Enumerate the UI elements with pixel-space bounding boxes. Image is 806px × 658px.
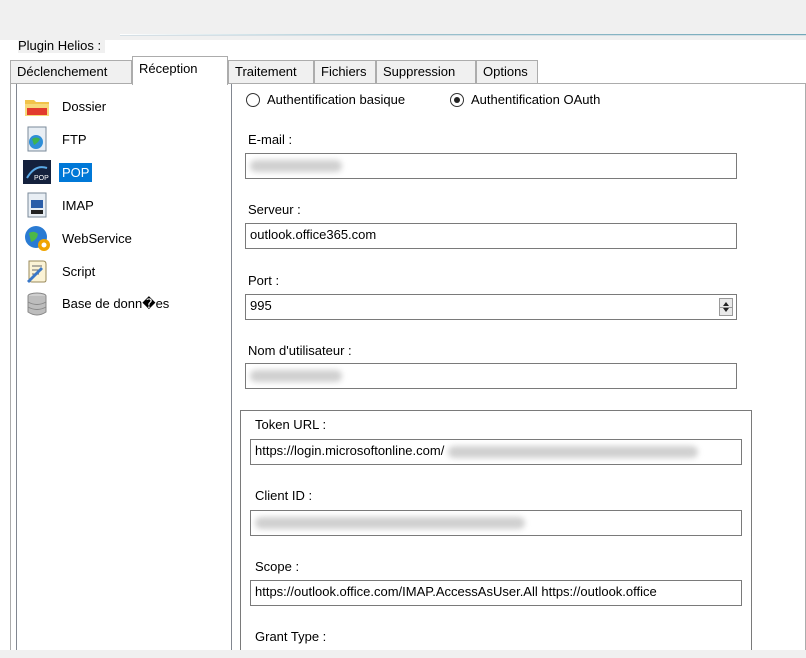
server-field[interactable]: outlook.office365.com (245, 223, 737, 249)
protocol-list[interactable]: Dossier FTP POP POP IMAP WebService Scri… (16, 84, 232, 658)
list-item-database[interactable]: Base de donn�es (23, 290, 172, 318)
tab-suppression[interactable]: Suppression (376, 60, 476, 84)
tab-traitement[interactable]: Traitement (228, 60, 314, 84)
token-url-label: Token URL : (255, 417, 327, 432)
auth-basic-radio[interactable] (246, 92, 260, 107)
list-item-pop[interactable]: POP POP (23, 158, 93, 186)
list-item-dossier[interactable]: Dossier (23, 92, 109, 120)
spinner-arrows-icon[interactable] (719, 298, 733, 316)
list-item-imap[interactable]: IMAP (23, 191, 97, 219)
port-value: 995 (250, 298, 272, 313)
username-label: Nom d'utilisateur : (248, 343, 352, 358)
pop-icon: POP (23, 158, 51, 186)
scope-field[interactable]: https://outlook.office.com/IMAP.AccessAs… (250, 580, 742, 606)
tab-fichiers[interactable]: Fichiers (314, 60, 376, 84)
plugin-group-label: Plugin Helios : (18, 38, 106, 53)
protocol-label: Base de donn�es (62, 296, 170, 311)
auth-oauth-option[interactable]: Authentification OAuth (450, 92, 600, 107)
redacted-value (255, 516, 525, 529)
auth-oauth-label: Authentification OAuth (471, 92, 601, 107)
protocol-label: IMAP (62, 197, 94, 213)
group-box-line (120, 35, 806, 36)
server-label: Serveur : (248, 202, 301, 217)
email-field[interactable] (245, 153, 737, 179)
tab-strip: Déclenchement Réception Traitement Fichi… (10, 56, 806, 85)
token-url-value: https://login.microsoftonline.com/ (255, 443, 445, 458)
list-item-script[interactable]: Script (23, 257, 98, 285)
database-icon (23, 290, 51, 318)
tab-options[interactable]: Options (476, 60, 538, 84)
ftp-globe-icon (23, 125, 51, 153)
tab-reception[interactable]: Réception (132, 56, 228, 85)
redacted-value (447, 445, 698, 458)
client-id-label: Client ID : (255, 488, 313, 503)
protocol-label: Script (62, 263, 96, 279)
redacted-value (250, 159, 342, 172)
protocol-label: POP (59, 162, 93, 182)
protocol-label: FTP (62, 131, 87, 147)
list-item-ftp[interactable]: FTP (23, 125, 90, 153)
imap-icon (23, 191, 51, 219)
scope-label: Scope : (255, 559, 300, 574)
grant-type-label: Grant Type : (255, 629, 327, 644)
web-service-icon (23, 224, 51, 252)
svg-text:POP: POP (34, 175, 49, 182)
auth-oauth-radio[interactable] (450, 92, 464, 107)
port-label: Port : (248, 273, 280, 288)
client-id-field[interactable] (250, 510, 742, 536)
redacted-value (250, 369, 342, 382)
window-bottom-edge (0, 650, 806, 658)
folder-icon (23, 92, 51, 120)
auth-basic-label: Authentification basique (267, 92, 406, 107)
port-stepper[interactable]: 995 (245, 294, 737, 320)
email-label: E-mail : (248, 132, 293, 147)
tab-declenchement[interactable]: Déclenchement (10, 60, 132, 84)
protocol-label: Dossier (62, 98, 107, 114)
token-url-field[interactable]: https://login.microsoftonline.com/ (250, 439, 742, 465)
list-item-webservice[interactable]: WebService (23, 224, 135, 252)
protocol-label: WebService (62, 230, 132, 246)
script-icon (23, 257, 51, 285)
auth-basic-option[interactable]: Authentification basique (246, 92, 405, 107)
username-field[interactable] (245, 363, 737, 389)
